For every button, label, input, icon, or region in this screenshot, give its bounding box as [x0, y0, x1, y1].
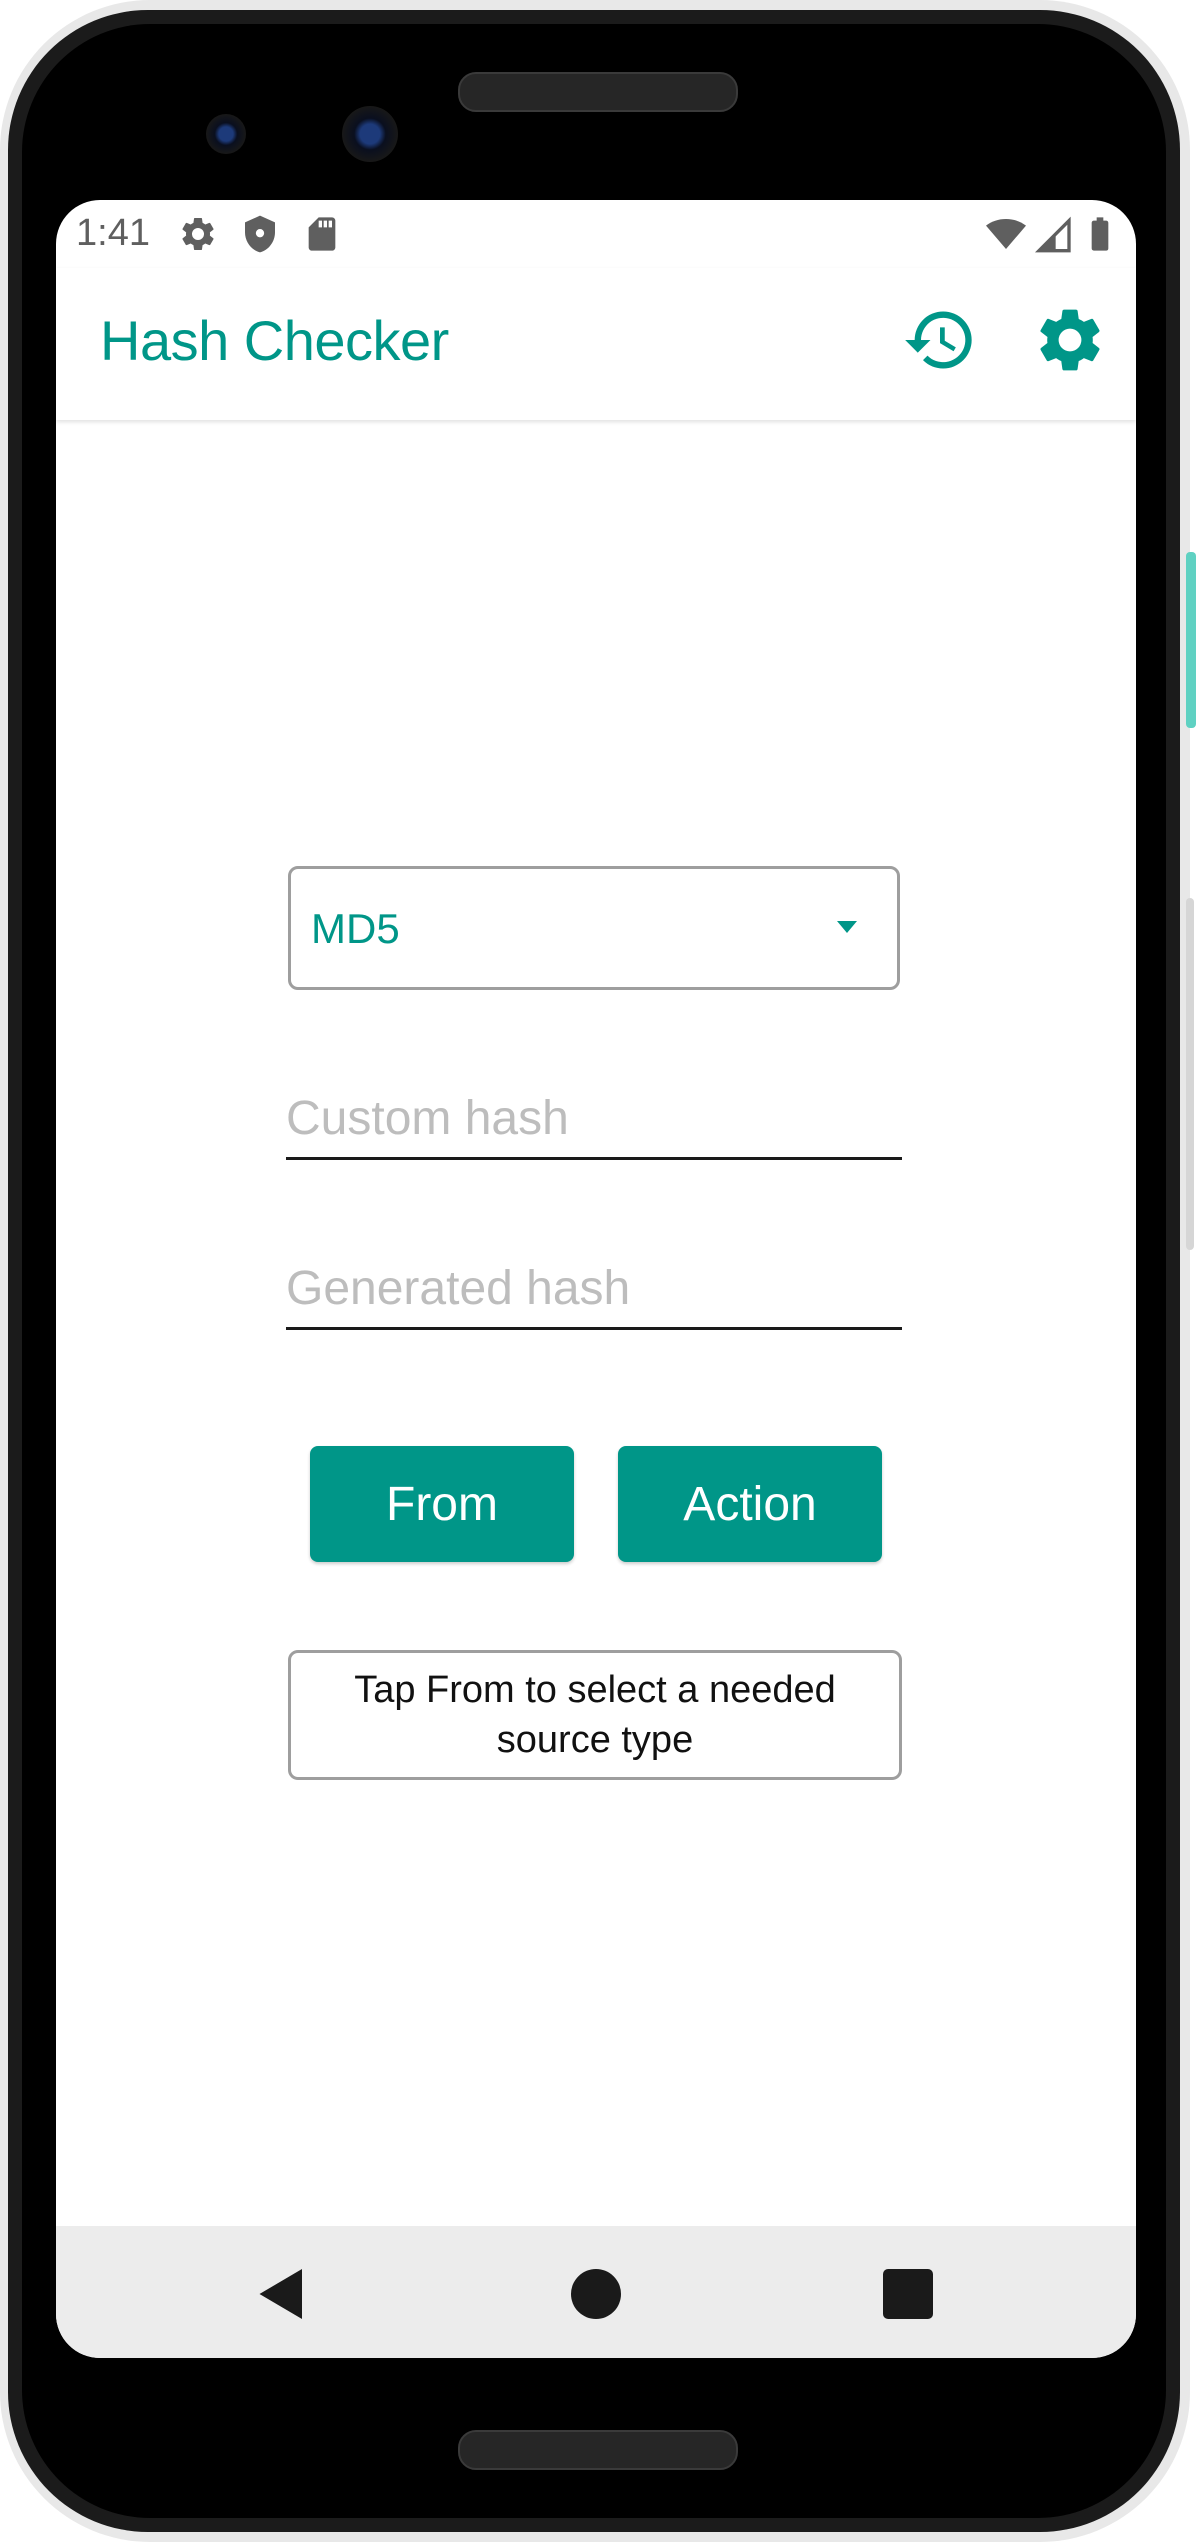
volume-rocker[interactable]	[1186, 898, 1194, 1250]
recents-icon[interactable]	[878, 2264, 938, 2324]
hash-type-selected: MD5	[311, 905, 400, 952]
history-icon[interactable]	[902, 302, 978, 378]
battery-icon	[1091, 217, 1109, 251]
screen: 1:41 Hash Checker MD5 Custom hash Genera…	[56, 200, 1136, 2358]
shield-icon	[245, 215, 275, 253]
front-camera	[342, 106, 398, 162]
settings-icon[interactable]	[1032, 302, 1108, 378]
settings-icon	[182, 217, 214, 250]
navigation-bar	[56, 2226, 1136, 2358]
status-time: 1:41	[76, 212, 150, 254]
main-content: MD5 From Action Tap From to select a nee…	[56, 420, 1136, 2226]
power-button[interactable]	[1186, 552, 1196, 728]
custom-hash-input[interactable]	[286, 1080, 902, 1160]
sd-card-icon	[308, 217, 336, 251]
generated-hash-input[interactable]	[286, 1250, 902, 1330]
hash-type-dropdown[interactable]: MD5	[288, 866, 900, 990]
info-message-box: Tap From to select a needed source type	[288, 1650, 902, 1780]
app-title: Hash Checker	[100, 309, 449, 372]
top-speaker	[458, 72, 738, 112]
bottom-speaker	[458, 2430, 738, 2470]
app-bar: Hash Checker	[56, 268, 1136, 420]
signal-icon	[1034, 216, 1071, 253]
from-button[interactable]: From	[310, 1446, 574, 1562]
status-bar: 1:41	[56, 200, 1136, 268]
device-page: 1:41 Hash Checker MD5 Custom hash Genera…	[0, 0, 1199, 2542]
dropdown-arrow-icon	[837, 921, 857, 933]
info-message: Tap From to select a needed source type	[354, 1669, 836, 1761]
action-button[interactable]: Action	[618, 1446, 882, 1562]
wifi-icon	[986, 219, 1026, 249]
home-icon[interactable]	[566, 2264, 626, 2324]
front-sensor	[206, 114, 246, 154]
back-icon[interactable]	[252, 2264, 312, 2324]
